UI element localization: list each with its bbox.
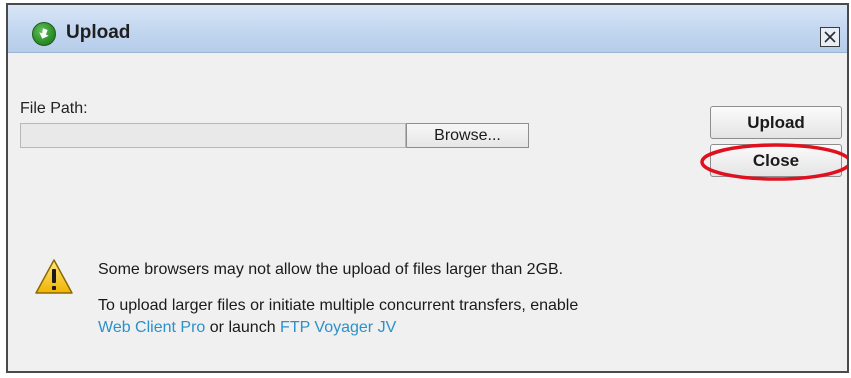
close-button[interactable]: Close bbox=[710, 144, 842, 177]
file-path-input[interactable] bbox=[20, 123, 406, 148]
warning-icon bbox=[35, 259, 73, 294]
dialog-title: Upload bbox=[66, 22, 131, 43]
upload-dialog: Upload File Path: Browse... Upload Close… bbox=[6, 3, 849, 373]
browse-button[interactable]: Browse... bbox=[406, 123, 529, 148]
web-client-pro-link[interactable]: Web Client Pro bbox=[98, 319, 205, 336]
options-connector-text: or launch bbox=[209, 319, 276, 336]
alternative-options-text: To upload larger files or initiate multi… bbox=[98, 295, 578, 339]
title-bar[interactable]: Upload bbox=[8, 5, 847, 53]
options-prefix-text: To upload larger files or initiate multi… bbox=[98, 297, 579, 314]
ftp-voyager-jv-link[interactable]: FTP Voyager JV bbox=[280, 319, 396, 336]
upload-button[interactable]: Upload bbox=[710, 106, 842, 139]
close-icon[interactable] bbox=[820, 27, 840, 47]
file-path-label: File Path: bbox=[20, 100, 88, 117]
app-logo-icon bbox=[32, 22, 56, 46]
size-warning-text: Some browsers may not allow the upload o… bbox=[98, 261, 564, 278]
